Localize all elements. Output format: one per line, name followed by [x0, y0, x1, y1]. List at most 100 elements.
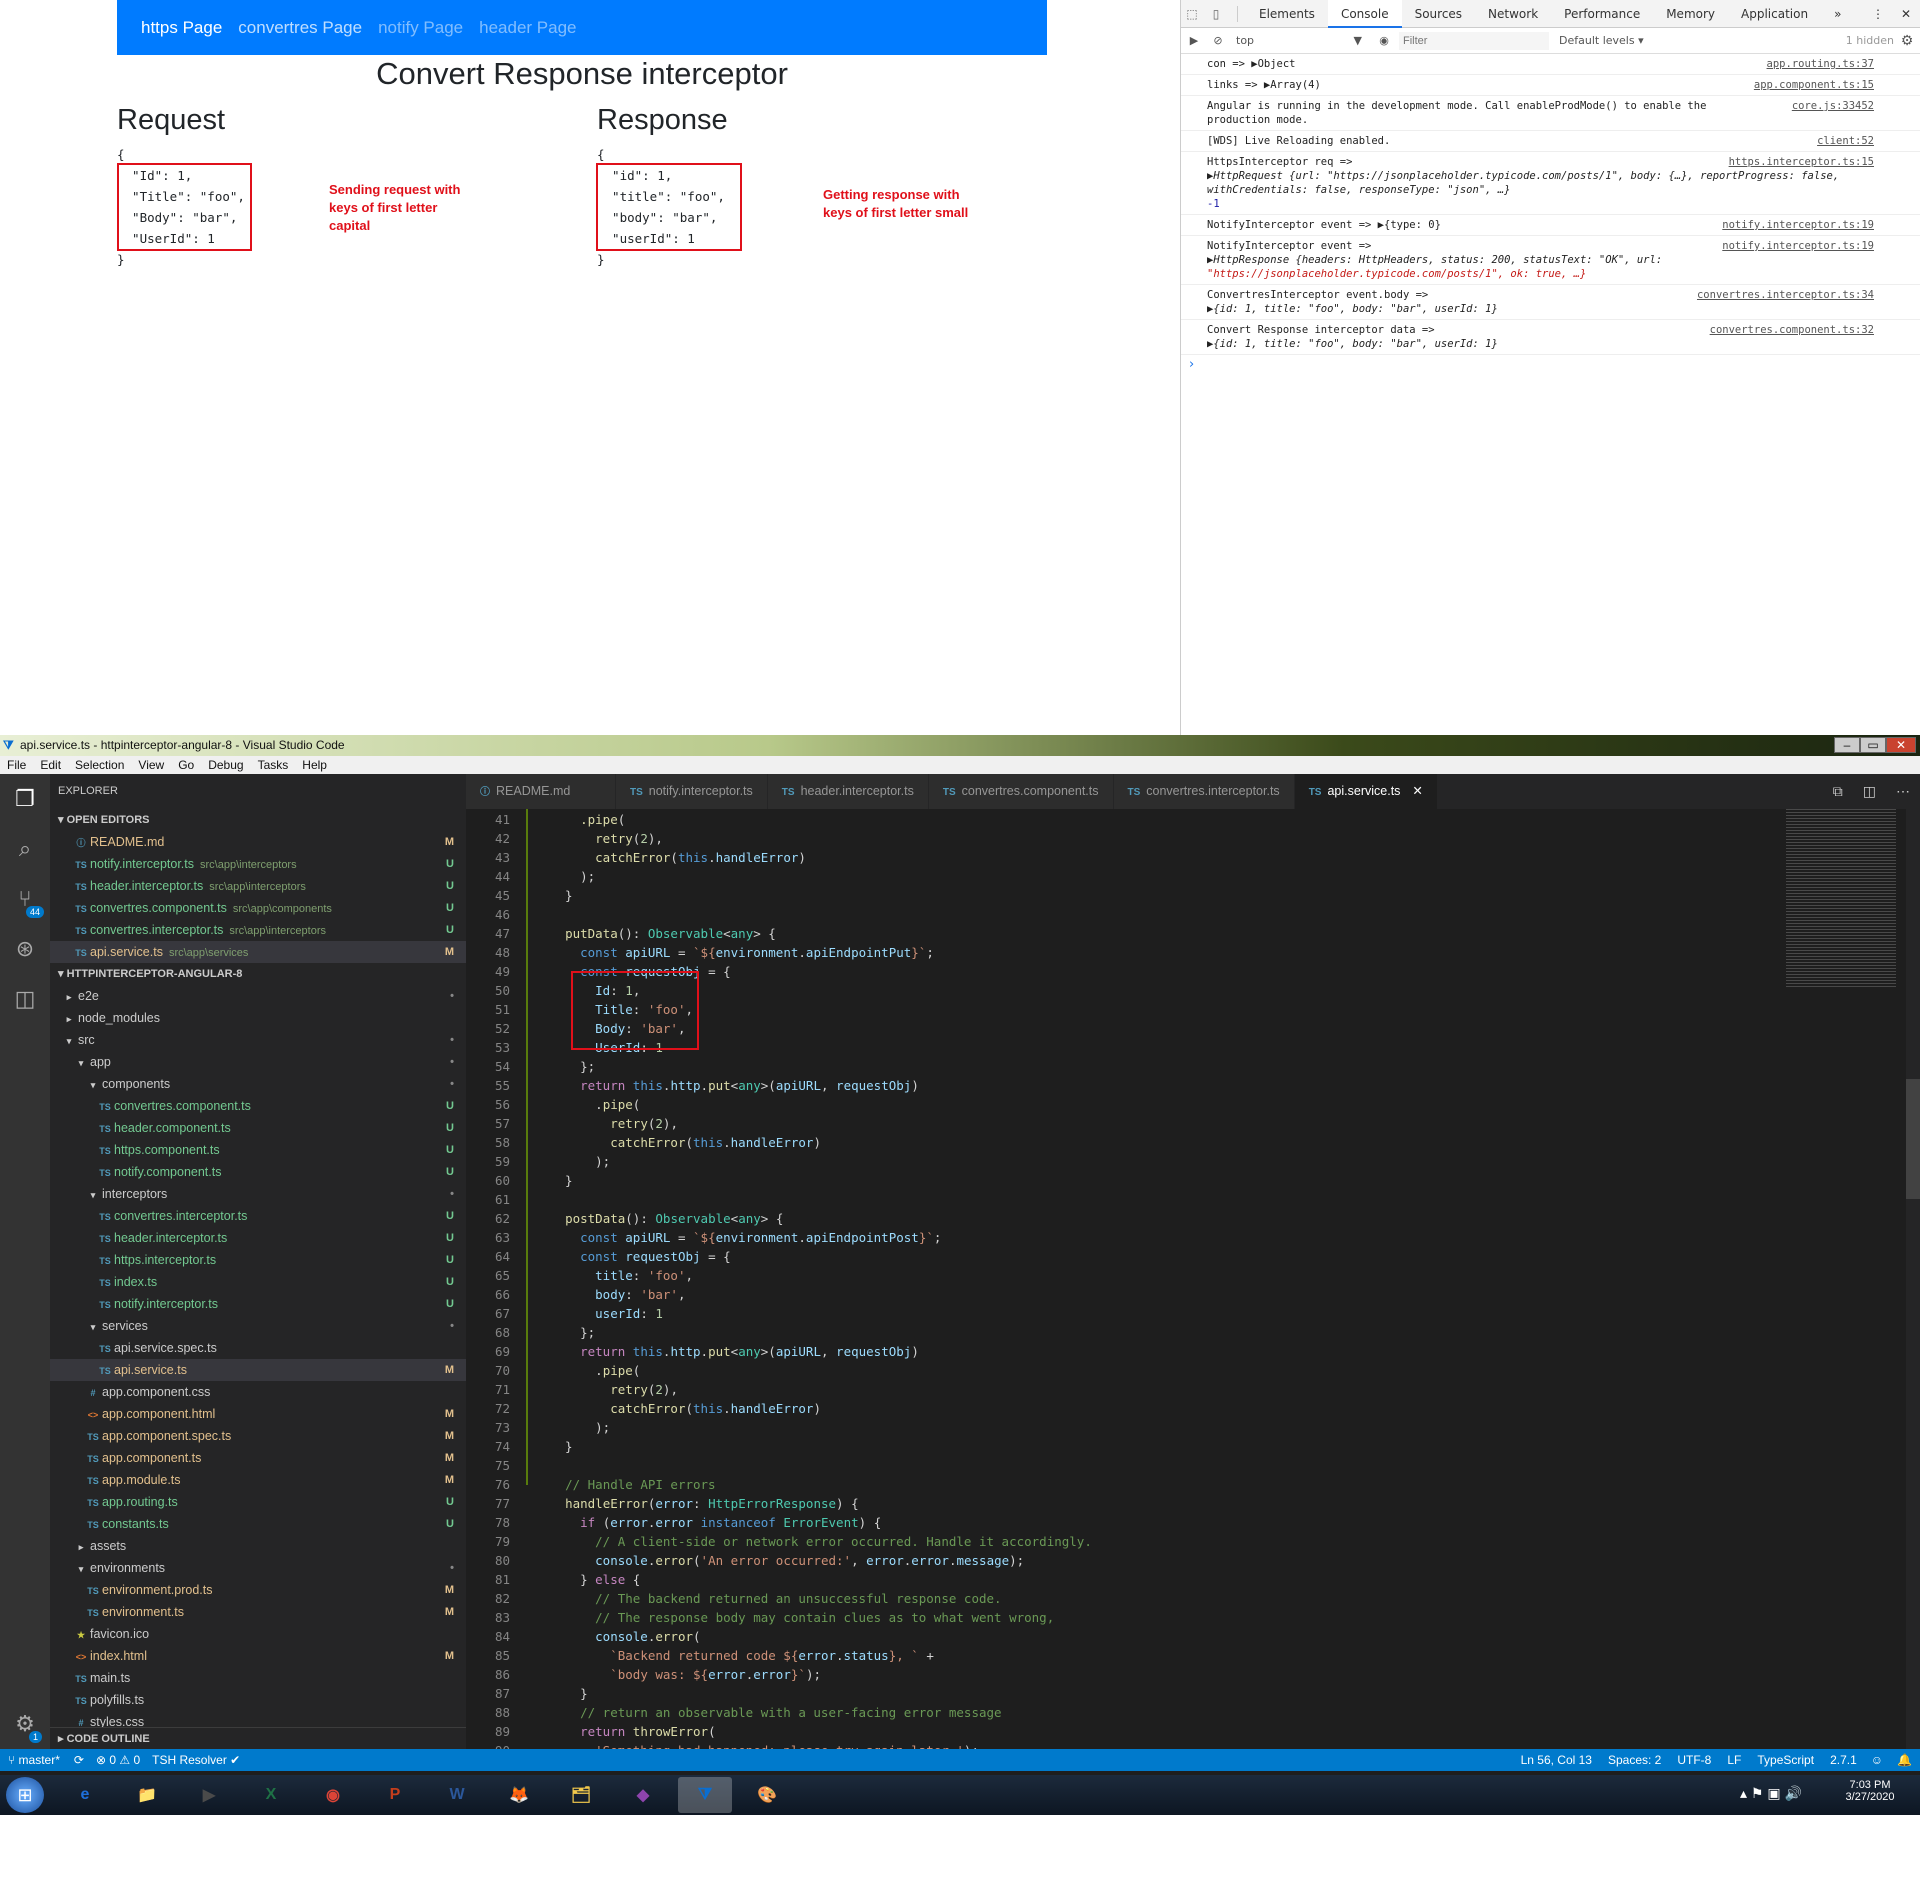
code-line[interactable]: };: [550, 1325, 595, 1340]
tree-file[interactable]: TS environment.prod.ts M: [50, 1579, 466, 1601]
device-toggle-icon[interactable]: ▯: [1203, 7, 1229, 21]
problems-indicator[interactable]: ⊗ 0 ⚠ 0: [90, 1753, 146, 1767]
nav-convertres-page[interactable]: convertres Page: [238, 18, 362, 38]
tab-application[interactable]: Application: [1728, 0, 1821, 28]
code-line[interactable]: retry(2),: [550, 1116, 678, 1131]
tree-file[interactable]: ★ favicon.ico: [50, 1623, 466, 1645]
open-changes-icon[interactable]: ⧉: [1823, 783, 1853, 800]
code-line[interactable]: // Handle API errors: [550, 1477, 716, 1492]
excel-icon[interactable]: X: [244, 1777, 298, 1813]
code-line[interactable]: .pipe(: [550, 812, 625, 827]
tree-file[interactable]: TS convertres.component.ts U: [50, 1095, 466, 1117]
nav-https-page[interactable]: https Page: [141, 18, 222, 38]
code-line[interactable]: const apiURL = `${environment.apiEndpoin…: [550, 945, 934, 960]
source-control-icon[interactable]: ⑂ 44: [0, 874, 50, 924]
tab-close-icon[interactable]: ✕: [1412, 784, 1422, 798]
log-source-link[interactable]: notify.interceptor.ts:19: [1722, 218, 1874, 232]
code-line[interactable]: // return an observable with a user-faci…: [550, 1705, 1001, 1720]
editor-tab[interactable]: TS notify.interceptor.ts: [616, 774, 768, 809]
code-line[interactable]: catchError(this.handleError): [550, 850, 806, 865]
tree-folder[interactable]: ▸ assets: [50, 1535, 466, 1557]
ie-icon[interactable]: e: [58, 1777, 112, 1813]
log-source-link[interactable]: app.routing.ts:37: [1767, 57, 1874, 71]
inspect-icon[interactable]: ⬚: [1181, 7, 1203, 21]
code-line[interactable]: `body was: ${error.error}`);: [550, 1667, 821, 1682]
close-icon[interactable]: ✕: [1892, 7, 1920, 21]
code-line[interactable]: `Backend returned code ${error.status}, …: [550, 1648, 934, 1663]
editor-tab[interactable]: TS header.interceptor.ts: [767, 774, 929, 809]
code-line[interactable]: if (error.error instanceof ErrorEvent) {: [550, 1515, 881, 1530]
tree-file[interactable]: TS header.component.ts U: [50, 1117, 466, 1139]
open-editor-item[interactable]: TS convertres.interceptor.ts src\app\inter…: [50, 919, 466, 941]
tree-file[interactable]: TS https.interceptor.ts U: [50, 1249, 466, 1271]
editor-tab[interactable]: TS api.service.ts ✕: [1294, 774, 1438, 809]
open-editor-item[interactable]: TS header.interceptor.ts src\app\intercept…: [50, 875, 466, 897]
code-line[interactable]: );: [550, 869, 595, 884]
code-line[interactable]: catchError(this.handleError): [550, 1401, 821, 1416]
menu-go[interactable]: Go: [171, 758, 201, 772]
tree-file[interactable]: TS convertres.interceptor.ts U: [50, 1205, 466, 1227]
tray-icons[interactable]: ▴ ⚑ ▣ 🔊: [1740, 1785, 1802, 1802]
code-line[interactable]: retry(2),: [550, 1382, 678, 1397]
language-mode[interactable]: TypeScript: [1749, 1753, 1822, 1767]
log-source-link[interactable]: app.component.ts:15: [1754, 78, 1874, 92]
project-header[interactable]: ▾ HTTPINTERCEPTOR-ANGULAR-8: [50, 963, 466, 985]
more-tabs-icon[interactable]: »: [1821, 0, 1854, 28]
menu-debug[interactable]: Debug: [201, 758, 250, 772]
firefox-icon[interactable]: 🦊: [492, 1777, 546, 1813]
open-editor-item[interactable]: TS notify.interceptor.ts src\app\intercept…: [50, 853, 466, 875]
code-line[interactable]: handleError(error: HttpErrorResponse) {: [550, 1496, 859, 1511]
tab-elements[interactable]: Elements: [1246, 0, 1328, 28]
tree-file[interactable]: # app.component.css: [50, 1381, 466, 1403]
log-source-link[interactable]: core.js:33452: [1792, 99, 1874, 113]
search-icon[interactable]: ⌕: [0, 824, 50, 874]
tab-network[interactable]: Network: [1475, 0, 1551, 28]
tree-file[interactable]: TS https.component.ts U: [50, 1139, 466, 1161]
console-prompt[interactable]: ›: [1181, 355, 1920, 374]
branch-indicator[interactable]: ⑂ master*: [0, 1753, 68, 1767]
minimize-button[interactable]: –: [1834, 737, 1860, 753]
levels-select[interactable]: Default levels ▾: [1559, 34, 1669, 47]
menu-file[interactable]: File: [0, 758, 33, 772]
editor-tab[interactable]: ⓘ README.md: [466, 774, 616, 809]
close-window-button[interactable]: ✕: [1886, 737, 1916, 753]
nav-header-page[interactable]: header Page: [479, 18, 576, 38]
code-line[interactable]: );: [550, 1420, 610, 1435]
code-line[interactable]: }: [550, 1173, 573, 1188]
log-source-link[interactable]: https.interceptor.ts:15: [1729, 155, 1874, 169]
log-source-link[interactable]: convertres.component.ts:32: [1710, 323, 1874, 337]
tree-folder[interactable]: ▾ interceptors •: [50, 1183, 466, 1205]
explorer-icon[interactable]: ❐: [0, 774, 50, 824]
tree-file[interactable]: TS index.ts U: [50, 1271, 466, 1293]
code-line[interactable]: postData(): Observable<any> {: [550, 1211, 783, 1226]
nav-notify-page[interactable]: notify Page: [378, 18, 463, 38]
tab-memory[interactable]: Memory: [1653, 0, 1728, 28]
tsh-resolver[interactable]: TSH Resolver ✔: [146, 1753, 246, 1767]
tree-folder[interactable]: ▾ components •: [50, 1073, 466, 1095]
more-actions-icon[interactable]: ⋯: [1886, 783, 1920, 800]
app-icon[interactable]: ◆: [616, 1777, 670, 1813]
tree-folder[interactable]: ▸ node_modules: [50, 1007, 466, 1029]
code-line[interactable]: // A client-side or network error occurr…: [550, 1534, 1092, 1549]
open-editor-item[interactable]: TS convertres.component.ts src\app\compone…: [50, 897, 466, 919]
code-line[interactable]: const apiURL = `${environment.apiEndpoin…: [550, 1230, 941, 1245]
notifications-icon[interactable]: 🔔: [1889, 1753, 1920, 1767]
menu-edit[interactable]: Edit: [33, 758, 68, 772]
encoding[interactable]: UTF-8: [1669, 1753, 1719, 1767]
eye-icon[interactable]: ◉: [1369, 34, 1399, 47]
chrome-icon[interactable]: ◉: [306, 1777, 360, 1813]
code-line[interactable]: title: 'foo',: [550, 1268, 693, 1283]
tree-file[interactable]: TS api.service.spec.ts: [50, 1337, 466, 1359]
editor-tab[interactable]: TS convertres.component.ts: [928, 774, 1114, 809]
code-line[interactable]: .pipe(: [550, 1363, 640, 1378]
code-line[interactable]: }: [550, 888, 573, 903]
code-line[interactable]: catchError(this.handleError): [550, 1135, 821, 1150]
tree-folder[interactable]: ▸ e2e •: [50, 985, 466, 1007]
log-source-link[interactable]: convertres.interceptor.ts:34: [1697, 288, 1874, 302]
tree-folder[interactable]: ▾ src •: [50, 1029, 466, 1051]
code-line[interactable]: };: [550, 1059, 595, 1074]
tree-folder[interactable]: ▾ environments •: [50, 1557, 466, 1579]
code-line[interactable]: } else {: [550, 1572, 640, 1587]
media-player-icon[interactable]: ▶: [182, 1777, 236, 1813]
tree-file[interactable]: TS notify.interceptor.ts U: [50, 1293, 466, 1315]
